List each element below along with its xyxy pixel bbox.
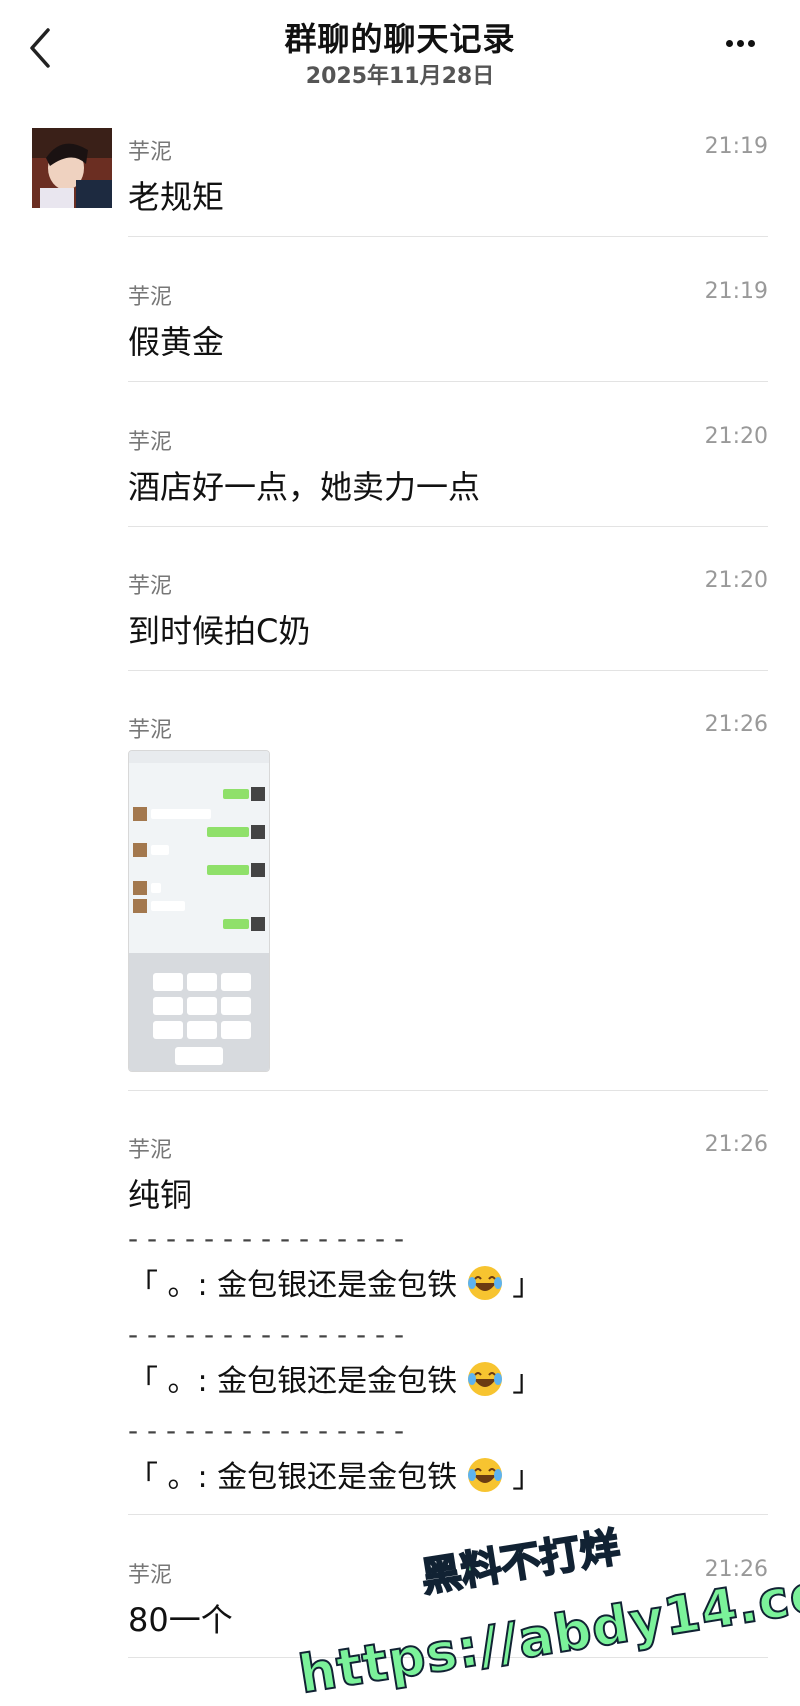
laughing-tears-emoji-icon <box>467 1266 502 1300</box>
quote-separator: - - - - - - - - - - - - - - - <box>128 1414 405 1447</box>
message-item[interactable]: 芋泥 21:26 纯铜 - - - - - - - - - - - - - - … <box>128 1126 768 1515</box>
sender-name: 芋泥 <box>128 718 173 743</box>
message-time: 21:19 <box>704 134 768 159</box>
message-time: 21:26 <box>704 712 768 737</box>
message-text: 80一个 <box>128 1601 233 1639</box>
message-time: 21:26 <box>704 1132 768 1157</box>
laughing-tears-emoji-icon <box>467 1362 502 1396</box>
message-item[interactable]: 芋泥 21:26 <box>128 706 768 1091</box>
quoted-message[interactable]: 「 。: 金包银还是金包铁 」 <box>128 1356 542 1400</box>
sender-name: 芋泥 <box>128 1563 173 1588</box>
message-item[interactable]: 芋泥 <box>128 1690 768 1701</box>
quoted-message[interactable]: 「 。: 金包银还是金包铁 」 <box>128 1260 542 1304</box>
message-item[interactable]: 芋泥 21:20 到时候拍C奶 <box>128 562 768 671</box>
message-text: 酒店好一点，她卖力一点 <box>128 468 481 506</box>
more-options-icon[interactable] <box>726 32 768 56</box>
quote-close: 」 <box>512 1268 543 1303</box>
quote-separator: - - - - - - - - - - - - - - - <box>128 1222 405 1255</box>
message-text: 纯铜 <box>128 1176 193 1214</box>
quoted-text: 「 。: 金包银还是金包铁 <box>128 1268 458 1303</box>
message-time: 21:20 <box>704 568 768 593</box>
sender-name: 芋泥 <box>128 140 173 165</box>
message-time: 21:20 <box>704 424 768 449</box>
page-title: 群聊的聊天记录 <box>284 20 516 58</box>
message-text: 假黄金 <box>128 323 225 361</box>
quote-separator: - - - - - - - - - - - - - - - <box>128 1318 405 1351</box>
message-item[interactable]: 芋泥 21:19 老规矩 <box>128 128 768 237</box>
sender-name: 芋泥 <box>128 574 173 599</box>
quoted-text: 「 。: 金包银还是金包铁 <box>128 1460 458 1495</box>
quoted-text: 「 。: 金包银还是金包铁 <box>128 1364 458 1399</box>
sender-name: 芋泥 <box>128 430 173 455</box>
message-item[interactable]: 芋泥 21:19 假黄金 <box>128 273 768 382</box>
sender-name: 芋泥 <box>128 285 173 310</box>
laughing-tears-emoji-icon <box>467 1458 502 1492</box>
image-thumbnail[interactable] <box>128 750 270 1072</box>
sender-name: 芋泥 <box>128 1696 172 1701</box>
quote-close: 」 <box>512 1364 543 1399</box>
message-time: 21:19 <box>704 279 768 304</box>
sender-name: 芋泥 <box>128 1138 173 1163</box>
avatar[interactable] <box>32 128 112 208</box>
message-text: 老规矩 <box>128 178 225 216</box>
page-date: 2025年11月28日 <box>305 64 495 89</box>
message-text: 到时候拍C奶 <box>128 612 311 650</box>
message-item[interactable]: 芋泥 21:20 酒店好一点，她卖力一点 <box>128 418 768 527</box>
quoted-message[interactable]: 「 。: 金包银还是金包铁 」 <box>128 1452 542 1496</box>
quote-close: 」 <box>512 1460 543 1495</box>
top-bar: 群聊的聊天记录 2025年11月28日 <box>0 0 800 100</box>
